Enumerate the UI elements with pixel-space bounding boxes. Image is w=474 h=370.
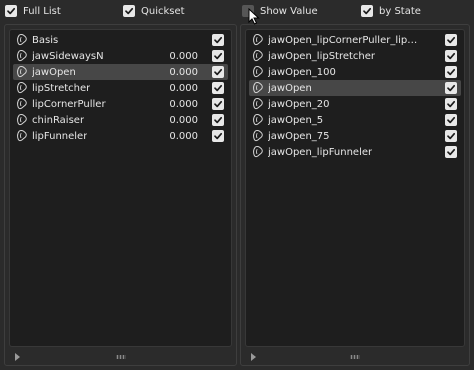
shape-key-icon	[252, 114, 264, 126]
shape-key-icon	[16, 130, 28, 142]
list-item[interactable]: chinRaiser 0.000	[13, 112, 228, 128]
item-checkbox[interactable]	[445, 34, 457, 46]
shape-key-icon	[252, 130, 264, 142]
quickset-label: Quickset	[141, 5, 185, 17]
item-name: jawOpen_lipCornerPuller_lipS...	[268, 34, 418, 46]
quickset-option[interactable]: Quickset	[123, 4, 185, 18]
list-item[interactable]: jawOpen_5	[249, 112, 461, 128]
item-checkbox[interactable]	[445, 50, 457, 62]
resize-grip-icon[interactable]	[115, 355, 126, 359]
item-name: jawOpen	[32, 66, 76, 78]
list-item[interactable]: jawOpen_20	[249, 96, 461, 112]
item-checkbox[interactable]	[212, 98, 224, 110]
list-item[interactable]: jawOpen_lipStretcher	[249, 48, 461, 64]
shape-key-icon	[16, 66, 28, 78]
shape-key-icon	[16, 98, 28, 110]
full-list-checkbox[interactable]	[5, 5, 17, 17]
item-name: jawSidewaysN	[32, 50, 104, 62]
item-checkbox[interactable]	[212, 82, 224, 94]
item-name: jawOpen_5	[268, 114, 324, 126]
item-name: jawOpen_20	[268, 98, 330, 110]
by-state-option[interactable]: by State	[361, 4, 421, 18]
resize-grip-icon[interactable]	[350, 355, 360, 359]
item-checkbox[interactable]	[212, 34, 224, 46]
by-state-checkbox[interactable]	[361, 5, 373, 17]
item-value[interactable]: 0.000	[169, 115, 198, 126]
list-item[interactable]: jawOpen_lipFunneler	[249, 144, 461, 160]
item-name: jawOpen_lipStretcher	[268, 50, 376, 62]
full-list-label: Full List	[23, 5, 61, 17]
item-name: jawOpen_75	[268, 130, 330, 142]
list-item[interactable]: lipStretcher 0.000	[13, 80, 228, 96]
list-item[interactable]: jawOpen	[249, 80, 461, 96]
shape-key-icon	[16, 82, 28, 94]
shape-key-icon	[252, 66, 264, 78]
item-checkbox[interactable]	[212, 114, 224, 126]
state-shapes-list[interactable]: jawOpen_lipCornerPuller_lipS... jawOpen_l…	[245, 29, 465, 347]
item-checkbox[interactable]	[445, 66, 457, 78]
item-checkbox[interactable]	[445, 98, 457, 110]
item-name: chinRaiser	[32, 114, 85, 126]
item-value[interactable]: 0.000	[169, 51, 198, 62]
item-name: lipCornerPuller	[32, 98, 106, 110]
quickset-checkbox[interactable]	[123, 5, 135, 17]
item-checkbox[interactable]	[212, 50, 224, 62]
shape-key-icon	[252, 34, 264, 46]
expand-triangle-icon[interactable]	[251, 353, 256, 361]
item-value[interactable]: 0.000	[169, 67, 198, 78]
panel-footer	[241, 349, 469, 365]
full-list-option[interactable]: Full List	[5, 4, 61, 18]
item-value[interactable]: 0.000	[169, 131, 198, 142]
item-checkbox[interactable]	[212, 66, 224, 78]
shape-key-icon	[16, 34, 28, 46]
item-checkbox[interactable]	[212, 130, 224, 142]
item-name: jawOpen_100	[268, 66, 336, 78]
state-shapes-panel: jawOpen_lipCornerPuller_lipS... jawOpen_l…	[240, 24, 470, 366]
item-name: jawOpen	[268, 82, 312, 94]
item-name: jawOpen_lipFunneler	[268, 146, 373, 158]
shape-key-icon	[16, 50, 28, 62]
item-name: Basis	[32, 34, 59, 46]
shape-key-icon	[252, 146, 264, 158]
panel-footer	[5, 349, 236, 365]
expand-triangle-icon[interactable]	[15, 353, 20, 361]
list-item[interactable]: jawSidewaysN 0.000	[13, 48, 228, 64]
list-item[interactable]: jawOpen_75	[249, 128, 461, 144]
item-checkbox[interactable]	[445, 114, 457, 126]
mouse-pointer-icon	[248, 8, 260, 25]
shape-key-icon	[252, 50, 264, 62]
by-state-label: by State	[379, 5, 421, 17]
item-name: lipFunneler	[32, 130, 88, 142]
shape-key-icon	[252, 98, 264, 110]
show-value-label: Show Value	[260, 5, 318, 17]
list-item[interactable]: jawOpen_100	[249, 64, 461, 80]
item-checkbox[interactable]	[445, 130, 457, 142]
item-checkbox[interactable]	[445, 146, 457, 158]
shape-key-icon	[252, 82, 264, 94]
list-item[interactable]: jawOpen_lipCornerPuller_lipS...	[249, 32, 461, 48]
item-value[interactable]: 0.000	[169, 83, 198, 94]
item-checkbox[interactable]	[445, 82, 457, 94]
list-item[interactable]: jawOpen 0.000	[13, 64, 228, 80]
shape-keys-list[interactable]: Basis jawSidewaysN 0.000 jawOpen 0.000 lipStr…	[9, 29, 232, 347]
item-value[interactable]: 0.000	[169, 99, 198, 110]
list-item[interactable]: lipCornerPuller 0.000	[13, 96, 228, 112]
options-toolbar: Full List Quickset Show Value by State	[0, 0, 474, 22]
list-item[interactable]: Basis	[13, 32, 228, 48]
item-name: lipStretcher	[32, 82, 91, 94]
shape-key-icon	[16, 114, 28, 126]
shape-keys-panel: Basis jawSidewaysN 0.000 jawOpen 0.000 lipStr…	[4, 24, 237, 366]
list-item[interactable]: lipFunneler 0.000	[13, 128, 228, 144]
